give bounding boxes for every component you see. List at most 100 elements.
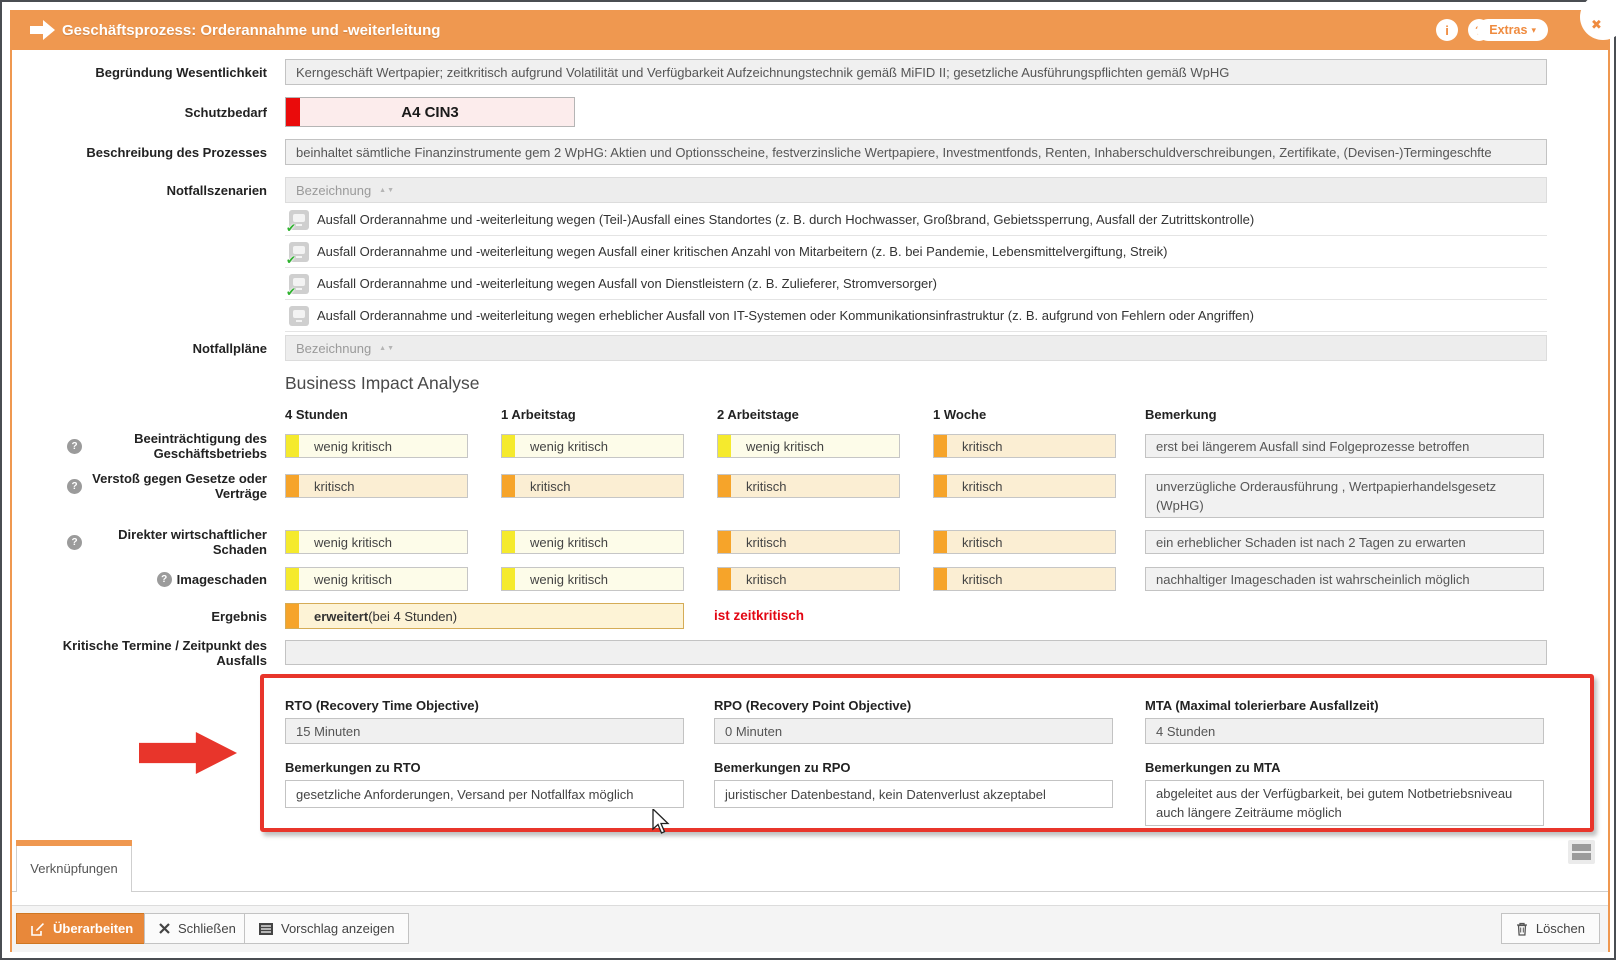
scenario-label: Ausfall Orderannahme und -weiterleitung … [317, 276, 937, 291]
check-icon: ✔ [286, 285, 296, 299]
scenario-icon: ✔ [289, 242, 309, 262]
sort-icons[interactable]: ▲▼ [379, 345, 395, 352]
sort-icons[interactable]: ▲▼ [379, 187, 395, 194]
rto-remark-field[interactable]: gesetzliche Anforderungen, Versand per N… [285, 780, 684, 808]
dialog-panel: Geschäftsprozess: Orderannahme und -weit… [10, 10, 1610, 952]
list-icon [259, 923, 273, 935]
bia-row-label: ?Verstoß gegen Gesetze oder Verträge [10, 464, 267, 508]
bia-cell[interactable]: kritisch [285, 474, 468, 498]
scenario-item[interactable]: Ausfall Orderannahme und -weiterleitung … [285, 300, 1547, 332]
vorschlag-anzeigen-button[interactable]: Vorschlag anzeigen [244, 913, 409, 944]
bia-remark-field[interactable]: unverzügliche Orderausführung , Wertpapi… [1145, 474, 1544, 518]
mta-label: MTA (Maximal tolerierbare Ausfallzeit) [1145, 698, 1379, 713]
bia-col-1woche: 1 Woche [933, 407, 986, 422]
scenario-item[interactable]: ✔ Ausfall Orderannahme und -weiterleitung… [285, 236, 1547, 268]
bia-col-1tag: 1 Arbeitstag [501, 407, 576, 422]
process-arrow-icon [30, 19, 56, 41]
bia-cell[interactable]: kritisch [933, 567, 1116, 591]
info-icon[interactable]: i [1436, 19, 1458, 41]
trash-icon [1516, 922, 1528, 936]
mta-remark-field[interactable]: abgeleitet aus der Verfügbarkeit, bei gu… [1145, 780, 1544, 826]
bia-cell[interactable]: wenig kritisch [285, 530, 468, 554]
ergebnis-label: Ergebnis [10, 603, 267, 629]
question-help-icon[interactable]: ? [67, 535, 82, 550]
mta-field[interactable]: 4 Stunden [1145, 718, 1544, 744]
begruendung-label: Begründung Wesentlichkeit [10, 59, 267, 85]
list-view-toggle-icon[interactable] [1568, 840, 1595, 864]
schutzbedarf-label: Schutzbedarf [10, 97, 267, 127]
bia-title: Business Impact Analyse [285, 373, 480, 394]
bia-col-4h: 4 Stunden [285, 407, 348, 422]
scenario-label: Ausfall Orderannahme und -weiterleitung … [317, 212, 1254, 227]
bia-cell[interactable]: wenig kritisch [501, 530, 684, 554]
panel-left-border [10, 50, 12, 952]
page-title: Geschäftsprozess: Orderannahme und -weit… [62, 10, 440, 50]
kritische-termine-field[interactable] [285, 640, 1547, 665]
zeitkritisch-text: ist zeitkritisch [714, 608, 804, 623]
bia-cell[interactable]: kritisch [717, 567, 900, 591]
rto-remark-label: Bemerkungen zu RTO [285, 760, 421, 775]
scenario-list: ✔ Ausfall Orderannahme und -weiterleitung… [285, 204, 1547, 332]
scenario-icon: ✔ [289, 274, 309, 294]
ueberarbeiten-button[interactable]: Überarbeiten [16, 913, 148, 944]
scenario-item[interactable]: ✔ Ausfall Orderannahme und -weiterleitung… [285, 204, 1547, 236]
question-help-icon[interactable]: ? [67, 439, 82, 454]
panel-right-border [1608, 50, 1610, 952]
bia-remark-field[interactable]: ein erheblicher Schaden ist nach 2 Tagen… [1145, 530, 1544, 554]
beschreibung-label: Beschreibung des Prozesses [10, 139, 267, 165]
bia-row-label: ?Imageschaden [10, 557, 267, 601]
kritische-termine-label: Kritische Termine / Zeitpunkt des Ausfal… [10, 640, 267, 665]
question-help-icon[interactable]: ? [67, 479, 82, 494]
bia-remark-field[interactable]: erst bei längerem Ausfall sind Folgeproz… [1145, 434, 1544, 458]
bia-row-label: ?Beeinträchtigung des Geschäftsbetriebs [10, 424, 267, 468]
check-icon: ✔ [286, 221, 296, 235]
tab-bar-divider [10, 891, 1610, 892]
bia-col-bemerkung: Bemerkung [1145, 407, 1217, 422]
annotation-arrow [139, 732, 237, 774]
beschreibung-field[interactable]: beinhaltet sämtliche Finanzinstrumente g… [285, 139, 1547, 165]
chevron-down-icon: ▾ [1531, 25, 1536, 36]
close-icon [159, 923, 170, 934]
rpo-remark-field[interactable]: juristischer Datenbestand, kein Datenver… [714, 780, 1113, 808]
notfallplaene-column-header[interactable]: Bezeichnung ▲▼ [285, 335, 1547, 361]
bia-cell[interactable]: wenig kritisch [285, 434, 468, 458]
bia-cell[interactable]: wenig kritisch [501, 434, 684, 458]
bia-remark-field[interactable]: nachhaltiger Imageschaden ist wahrschein… [1145, 567, 1544, 591]
bia-cell[interactable]: kritisch [717, 474, 900, 498]
bia-cell[interactable]: wenig kritisch [501, 567, 684, 591]
rpo-remark-label: Bemerkungen zu RPO [714, 760, 851, 775]
edit-icon [31, 922, 45, 936]
bia-cell[interactable]: kritisch [501, 474, 684, 498]
notfallszenarien-column-header[interactable]: Bezeichnung ▲▼ [285, 177, 1547, 203]
begruendung-field[interactable]: Kerngeschäft Wertpapier; zeitkritisch au… [285, 59, 1547, 85]
title-bar: Geschäftsprozess: Orderannahme und -weit… [10, 10, 1610, 50]
scenario-label: Ausfall Orderannahme und -weiterleitung … [317, 308, 1254, 323]
schutzbedarf-badge: A4 CIN3 [285, 97, 575, 127]
footer-bar: Überarbeiten Schließen Vorschlag anzeige… [10, 905, 1610, 952]
bia-cell[interactable]: wenig kritisch [717, 434, 900, 458]
bia-col-2tage: 2 Arbeitstage [717, 407, 799, 422]
bia-cell[interactable]: kritisch [933, 474, 1116, 498]
rpo-field[interactable]: 0 Minuten [714, 718, 1113, 744]
scenario-icon [289, 306, 309, 326]
mta-remark-label: Bemerkungen zu MTA [1145, 760, 1281, 775]
close-icon: ✖ [1591, 17, 1602, 33]
loeschen-button[interactable]: Löschen [1501, 913, 1600, 944]
rto-field[interactable]: 15 Minuten [285, 718, 684, 744]
bia-cell[interactable]: wenig kritisch [285, 567, 468, 591]
bia-cell[interactable]: kritisch [717, 530, 900, 554]
close-button[interactable]: ✖ [1580, 0, 1616, 40]
tab-verknuepfungen[interactable]: Verknüpfungen [16, 840, 132, 892]
bia-cell[interactable]: kritisch [933, 530, 1116, 554]
scenario-label: Ausfall Orderannahme und -weiterleitung … [317, 244, 1168, 259]
scenario-icon: ✔ [289, 210, 309, 230]
notfallplaene-label: Notfallpläne [10, 335, 267, 361]
rto-label: RTO (Recovery Time Objective) [285, 698, 479, 713]
scenario-item[interactable]: ✔ Ausfall Orderannahme und -weiterleitung… [285, 268, 1547, 300]
extras-button[interactable]: Extras▾ [1477, 19, 1548, 41]
schliessen-button[interactable]: Schließen [144, 913, 251, 944]
bia-cell[interactable]: kritisch [933, 434, 1116, 458]
question-help-icon[interactable]: ? [157, 572, 172, 587]
mouse-cursor [652, 809, 670, 835]
notfallszenarien-label: Notfallszenarien [10, 177, 267, 203]
